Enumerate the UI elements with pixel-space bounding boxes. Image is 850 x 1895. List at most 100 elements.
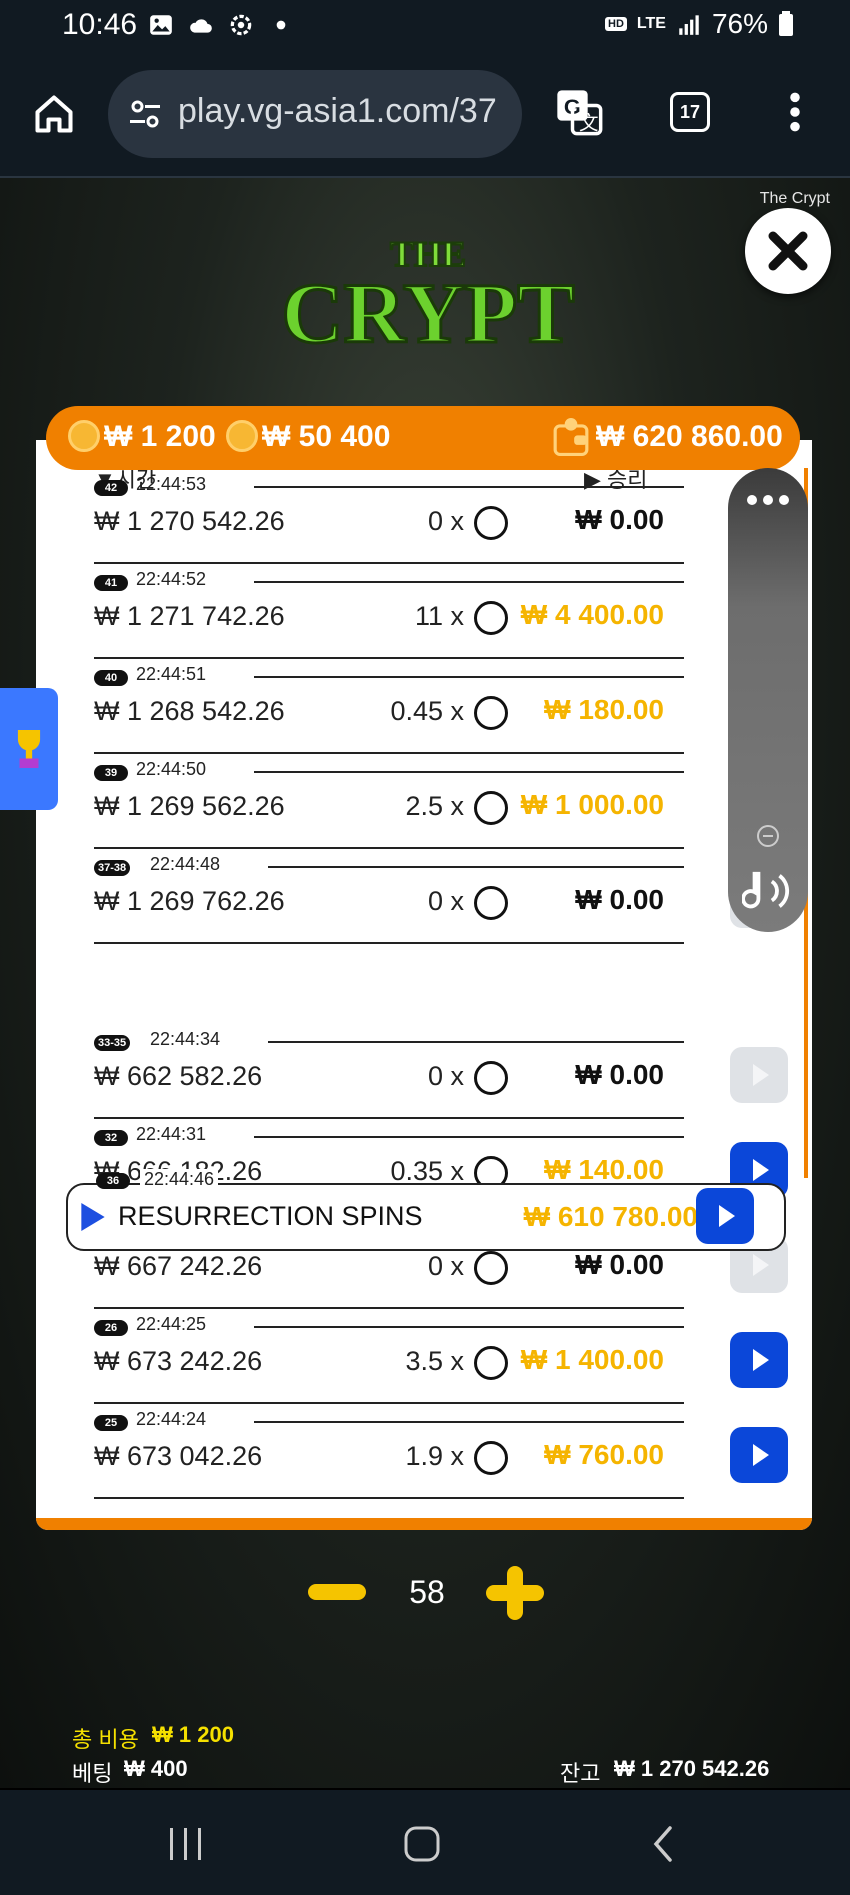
wallet-icon (553, 418, 589, 456)
resurrection-time: 22:44:46 (140, 1169, 219, 1190)
row-divider (254, 1421, 684, 1423)
replay-button[interactable] (696, 1188, 754, 1244)
close-icon (768, 231, 808, 271)
row-divider (254, 771, 684, 773)
close-button[interactable] (745, 208, 831, 294)
round-multiplier: 1.9 x (405, 1441, 464, 1471)
settings-gear-icon (230, 14, 252, 36)
minimize-icon[interactable] (756, 824, 780, 848)
game-logo: THE CRYPT (280, 233, 576, 363)
round-time: 22:44:51 (136, 664, 207, 684)
row-divider (254, 581, 684, 583)
total-cost-value: ₩ 1 200 (152, 1722, 234, 1747)
system-nav-bar (0, 1790, 850, 1895)
round-multiplier: 0 x (427, 506, 464, 536)
decrease-spins-button[interactable] (308, 1584, 366, 1600)
row-divider (94, 1307, 684, 1309)
round-time: 22:44:48 (150, 854, 221, 874)
url-field[interactable]: play.vg-asia1.com/37 (108, 70, 522, 158)
home-icon[interactable] (32, 92, 76, 136)
status-bar: 10:46 HD LTE 76% (0, 0, 850, 52)
play-icon (753, 1064, 769, 1086)
play-icon (753, 1444, 769, 1466)
panel-bottom-bar (36, 1518, 812, 1530)
round-index: 26 (94, 1320, 128, 1336)
row-divider (94, 752, 684, 754)
round-balance: ₩ 1 270 542.26 (94, 506, 285, 536)
resurrection-win: ₩ 610 780.00 (523, 1201, 698, 1232)
url-text: play.vg-asia1.com/37 (178, 92, 497, 130)
row-divider (254, 1136, 684, 1138)
history-row: 39 22:44:50 ₩ 1 269 562.26 2.5 x ₩ 1 000.00 (94, 755, 788, 849)
round-index: 40 (94, 670, 128, 686)
round-time: 22:44:25 (136, 1314, 207, 1334)
row-divider (94, 847, 684, 849)
history-panel: ▼시간 ▶ 승리 4222:44:53₩ 1 270 542.260 x₩ 0.… (36, 440, 812, 1530)
row-divider (268, 1041, 684, 1043)
row-divider (94, 942, 684, 944)
music-icon[interactable] (742, 868, 794, 914)
expand-play-icon (81, 1203, 105, 1231)
replay-button[interactable] (730, 1332, 788, 1388)
svg-text:文: 文 (579, 112, 599, 134)
round-index: 41 (94, 575, 128, 591)
row-divider (268, 866, 684, 868)
history-row: 33-35 22:44:34 ₩ 662 582.26 0 x ₩ 0.00 (94, 1025, 788, 1119)
floating-side-menu[interactable] (728, 468, 808, 932)
round-time: 22:44:50 (136, 759, 207, 779)
replay-button[interactable] (730, 1047, 788, 1103)
balance-value: ₩ 1 270 542.26 (614, 1756, 770, 1781)
bet-summary-bar: ₩ 1 200 ₩ 50 400 ₩ 620 860.00 (46, 406, 800, 470)
svg-text:CRYPT: CRYPT (281, 265, 574, 361)
resurrection-spins-row[interactable]: 36 22:44:46 RESURRECTION SPINS ₩ 610 780… (66, 1169, 786, 1251)
back-icon[interactable] (650, 1824, 676, 1864)
game-name-label: The Crypt (759, 190, 830, 207)
bet-label: 베팅 (72, 1761, 113, 1786)
round-balance: ₩ 1 268 542.26 (94, 696, 285, 726)
replay-button[interactable] (730, 1427, 788, 1483)
site-settings-icon[interactable] (126, 96, 164, 132)
home-nav-icon[interactable] (402, 1824, 442, 1864)
coin-icon (68, 420, 100, 452)
round-balance: ₩ 673 042.26 (94, 1441, 263, 1471)
round-balance: ₩ 667 242.26 (94, 1251, 263, 1281)
history-row: 26 22:44:25 ₩ 673 242.26 3.5 x ₩ 1 400.00 (94, 1310, 788, 1404)
battery-percent: 76% (711, 8, 768, 39)
round-win: ₩ 180.00 (544, 694, 664, 725)
round-multiplier: 0.45 x (390, 696, 464, 726)
round-time: 22:44:24 (136, 1409, 207, 1429)
more-dots-icon[interactable] (744, 492, 792, 508)
round-balance: ₩ 673 242.26 (94, 1346, 263, 1376)
gallery-icon (150, 15, 172, 35)
hd-voice-icon: HD (605, 17, 627, 31)
balance-label: 잔고 (560, 1761, 601, 1786)
translate-icon[interactable]: G文 (552, 86, 606, 138)
round-win: ₩ 140.00 (544, 1154, 664, 1185)
coin-icon (226, 420, 258, 452)
history-row: 42 22:44:53 ₩ 1 270 542.26 0 x ₩ 0.00 (94, 470, 788, 564)
more-menu-icon[interactable] (780, 90, 810, 134)
round-balance: ₩ 1 269 562.26 (94, 791, 285, 821)
round-balance: ₩ 1 269 762.26 (94, 886, 285, 916)
signal-icon (679, 15, 699, 35)
resurrection-idx: 36 (96, 1173, 130, 1189)
resurrection-label: RESURRECTION SPINS (118, 1201, 423, 1231)
round-win: ₩ 0.00 (575, 504, 664, 535)
round-time: 22:44:31 (136, 1124, 207, 1144)
round-balance: ₩ 662 582.26 (94, 1061, 263, 1091)
history-row: 40 22:44:51 ₩ 1 268 542.26 0.45 x ₩ 180.00 (94, 660, 788, 754)
play-icon (719, 1205, 735, 1227)
history-row: 37-38 22:44:48 ₩ 1 269 762.26 0 x ₩ 0.00 (94, 850, 788, 944)
bet-amount: ₩ 1 200 (104, 420, 216, 453)
increase-spins-button[interactable] (486, 1566, 544, 1620)
round-balance: ₩ 1 271 742.26 (94, 601, 285, 631)
play-icon (753, 1349, 769, 1371)
recent-apps-icon[interactable] (166, 1826, 206, 1862)
leaderboard-tab[interactable] (0, 688, 58, 810)
round-win: ₩ 4 400.00 (520, 599, 664, 630)
row-divider (94, 1117, 684, 1119)
tab-switcher-button[interactable]: 17 (670, 92, 710, 132)
status-icons-right: HD LTE 76% (605, 8, 794, 40)
round-win: ₩ 760.00 (544, 1439, 664, 1470)
round-win: ₩ 0.00 (575, 884, 664, 915)
